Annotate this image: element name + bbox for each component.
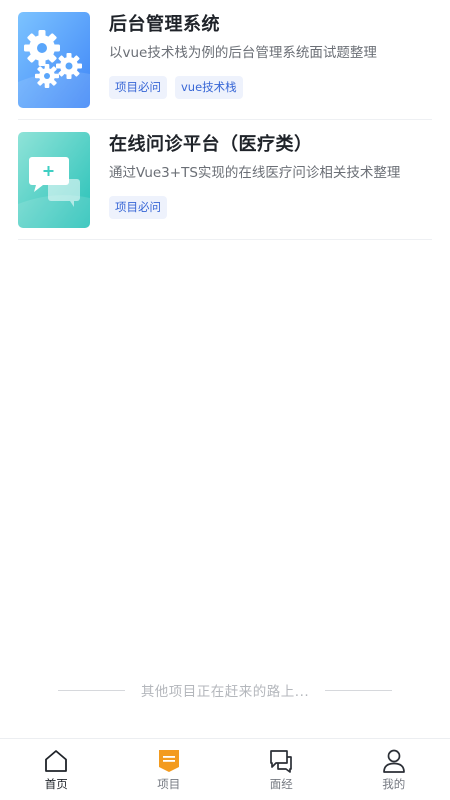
gears-icon	[18, 12, 90, 108]
tab-label: 首页	[44, 777, 68, 791]
project-thumbnail	[18, 132, 90, 228]
user-icon	[382, 749, 405, 773]
project-info: 后台管理系统 以vue技术栈为例的后台管理系统面试题整理 项目必问 vue技术栈	[109, 12, 432, 108]
more-coming-note: 其他项目正在赶来的路上...	[0, 679, 450, 701]
tab-label: 我的	[382, 777, 406, 791]
project-title: 后台管理系统	[109, 14, 220, 35]
project-info: 在线问诊平台（医疗类） 通过Vue3+TS实现的在线医疗问诊相关技术整理 项目必…	[109, 132, 432, 228]
tab-home[interactable]: 首页	[0, 739, 113, 800]
divider-line	[57, 689, 125, 691]
project-card[interactable]: 在线问诊平台（医疗类） 通过Vue3+TS实现的在线医疗问诊相关技术整理 项目必…	[18, 120, 432, 240]
more-coming-text: 其他项目正在赶来的路上...	[140, 684, 310, 700]
chat-icon	[270, 750, 293, 773]
project-tags: 项目必问 vue技术栈	[109, 76, 432, 99]
chat-bubbles-icon	[18, 132, 90, 228]
tab-interview[interactable]: 面经	[225, 739, 338, 800]
home-icon	[45, 750, 68, 772]
tab-label: 项目	[157, 777, 181, 791]
project-tags: 项目必问	[109, 196, 432, 219]
bottom-tab-bar: 首页 项目 面经 我的	[0, 738, 450, 800]
page: 后台管理系统 以vue技术栈为例的后台管理系统面试题整理 项目必问 vue技术栈	[0, 0, 450, 800]
project-title: 在线问诊平台（医疗类）	[109, 134, 313, 155]
project-list: 后台管理系统 以vue技术栈为例的后台管理系统面试题整理 项目必问 vue技术栈	[0, 0, 450, 240]
tag: 项目必问	[109, 196, 167, 219]
project-thumbnail	[18, 12, 90, 108]
project-card[interactable]: 后台管理系统 以vue技术栈为例的后台管理系统面试题整理 项目必问 vue技术栈	[18, 0, 432, 120]
tag: vue技术栈	[175, 76, 243, 99]
project-icon	[158, 750, 179, 772]
tab-mine[interactable]: 我的	[338, 739, 450, 800]
divider-line	[325, 689, 393, 691]
tab-label: 面经	[269, 777, 293, 791]
tab-project[interactable]: 项目	[113, 739, 226, 800]
project-description: 以vue技术栈为例的后台管理系统面试题整理	[109, 45, 377, 61]
project-description: 通过Vue3+TS实现的在线医疗问诊相关技术整理	[109, 165, 401, 181]
tag: 项目必问	[109, 76, 167, 99]
